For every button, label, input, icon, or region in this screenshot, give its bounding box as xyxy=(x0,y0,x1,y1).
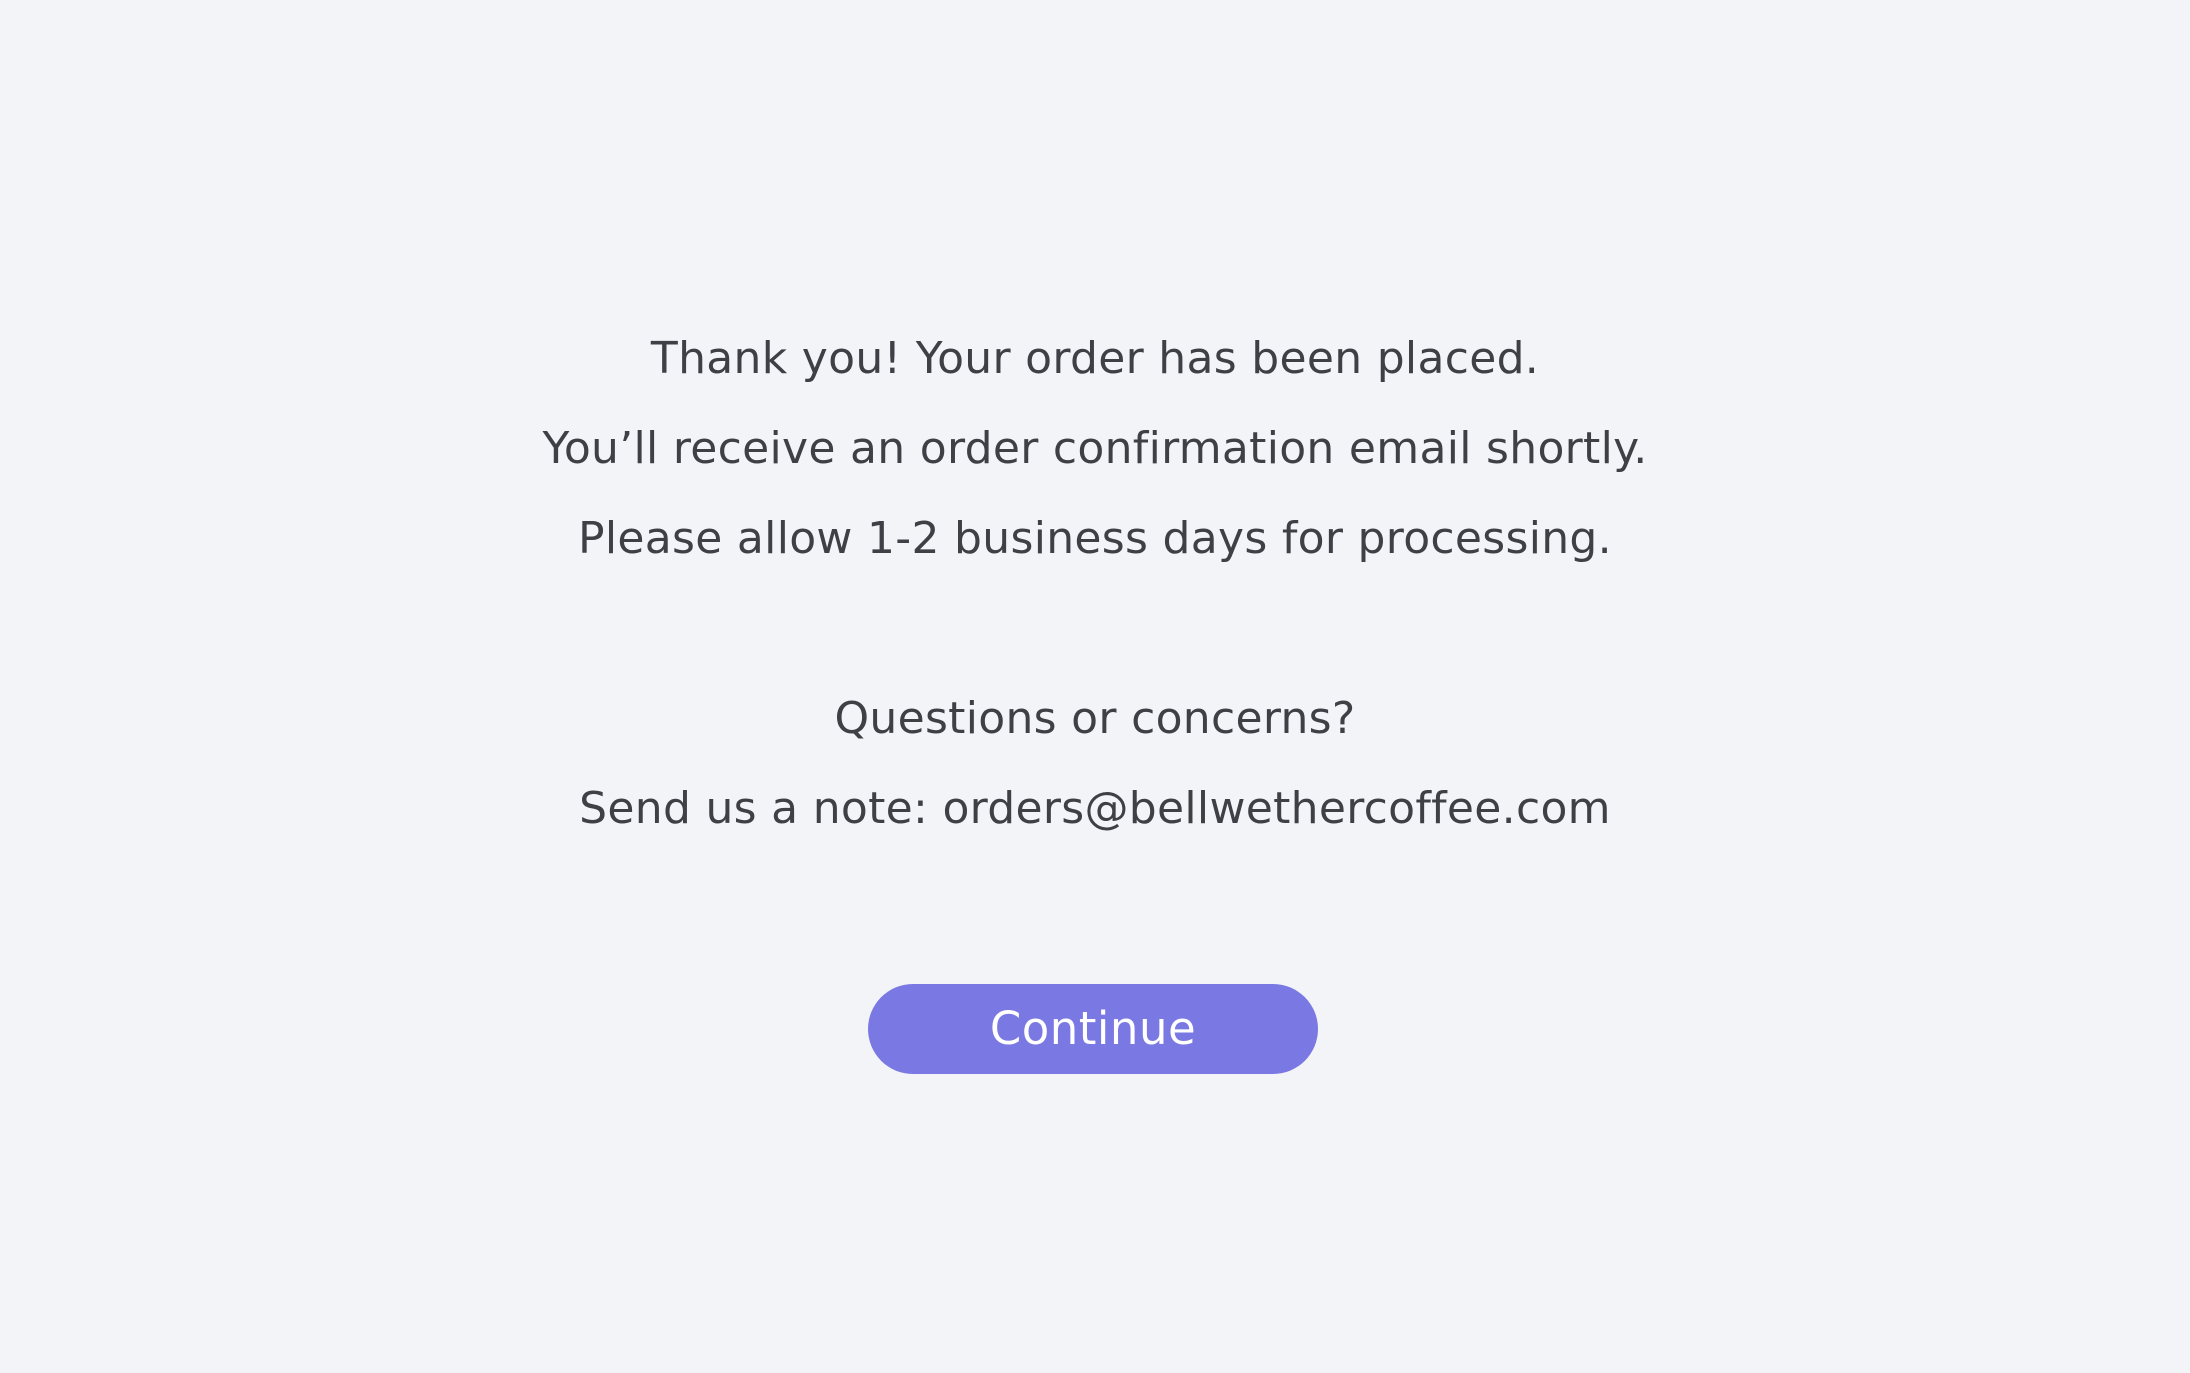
confirmation-message: Thank you! Your order has been placed. Y… xyxy=(0,314,2190,854)
email-notice-text: You’ll receive an order confirmation ema… xyxy=(542,423,1648,474)
processing-time-text: Please allow 1-2 business days for proce… xyxy=(578,513,1612,564)
section-spacer xyxy=(0,584,2190,674)
order-confirmation-page: Thank you! Your order has been placed. Y… xyxy=(0,0,2190,1373)
contact-email-text: Send us a note: orders@bellwethercoffee.… xyxy=(579,783,1611,834)
continue-button[interactable]: Continue xyxy=(868,984,1318,1074)
questions-heading: Questions or concerns? xyxy=(834,693,1356,744)
thank-you-text: Thank you! Your order has been placed. xyxy=(650,333,1540,384)
